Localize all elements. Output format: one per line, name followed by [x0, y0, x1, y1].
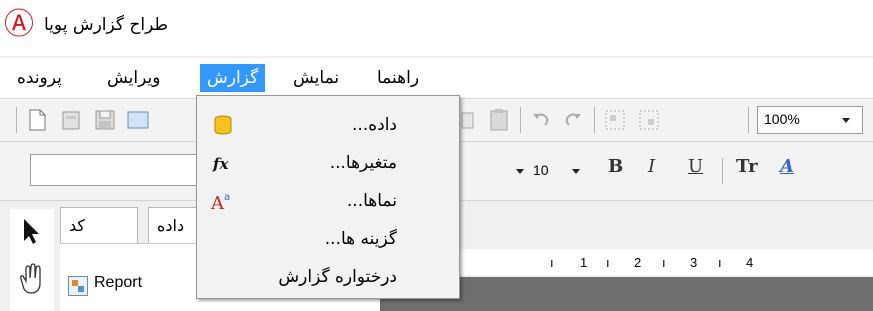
menu-help[interactable]: راهنما	[370, 64, 426, 92]
redo-icon[interactable]	[560, 107, 586, 133]
paste-icon[interactable]	[486, 107, 512, 133]
chevron-down-icon	[842, 118, 850, 123]
window-title: طراح گزارش پویا	[44, 15, 168, 35]
tab-code-label: کد	[69, 216, 86, 235]
font-color-button[interactable]: A	[780, 156, 794, 177]
report-page-icon	[68, 276, 88, 296]
menu-item-data[interactable]: داده...	[197, 106, 459, 144]
app-window: Ⓐ طراح گزارش پویا پرونده ویرایش گزارش نم…	[0, 0, 873, 311]
group-icon[interactable]	[602, 107, 628, 133]
toolbar-separator	[520, 107, 521, 133]
menu-item-options[interactable]: گزینه ها...	[197, 220, 459, 258]
svg-text:a: a	[224, 192, 230, 203]
ruler-minor-tick: ı	[550, 255, 554, 270]
svg-text:fx: fx	[212, 155, 229, 173]
tree-item-label: Report	[94, 274, 143, 291]
save-icon[interactable]	[92, 107, 118, 133]
menu-file[interactable]: پرونده	[10, 64, 69, 92]
styles-icon: Aa	[210, 189, 235, 214]
zoom-select[interactable]: 100%	[757, 106, 863, 134]
ungroup-icon[interactable]	[636, 107, 662, 133]
ruler-minor-tick: ı	[606, 255, 610, 270]
ruler-tick: 1	[580, 255, 588, 270]
new-file-icon[interactable]	[24, 107, 50, 133]
chevron-down-icon[interactable]	[572, 169, 580, 174]
menu-edit[interactable]: ویرایش	[100, 64, 167, 92]
font-size-value[interactable]: 10	[533, 162, 549, 178]
menu-item-variables[interactable]: fx متغیرها...	[197, 144, 459, 182]
toolbar-separator	[594, 107, 595, 133]
menu-item-label: داده...	[352, 115, 397, 135]
svg-text:A: A	[211, 193, 225, 213]
hand-tool-icon[interactable]	[10, 259, 54, 299]
tab-code[interactable]: کد	[60, 207, 138, 244]
menu-item-label: نماها...	[346, 191, 397, 211]
title-bar: Ⓐ طراح گزارش پویا	[0, 0, 873, 56]
chevron-down-icon[interactable]	[516, 169, 524, 174]
toolbar-separator	[748, 107, 749, 133]
zoom-value: 100%	[764, 111, 800, 127]
menu-report[interactable]: گزارش	[200, 64, 266, 92]
menu-item-styles[interactable]: Aa نماها...	[197, 182, 459, 220]
ruler-tick: 3	[690, 255, 698, 270]
menu-bar: پرونده ویرایش گزارش نمایش راهنما	[0, 58, 873, 99]
app-logo-icon: Ⓐ	[4, 8, 34, 41]
underline-button[interactable]: U	[688, 156, 703, 177]
toolbar-separator	[16, 107, 17, 133]
function-icon: fx	[211, 151, 235, 175]
pointer-tool[interactable]	[10, 209, 54, 249]
font-name-select[interactable]	[30, 154, 222, 186]
bold-button[interactable]: B	[608, 156, 623, 177]
copy-icon[interactable]	[458, 107, 484, 133]
menu-item-report-tree[interactable]: درختواره گزارش	[197, 258, 459, 296]
ruler-tick: 2	[634, 255, 642, 270]
tab-data-label: داده	[157, 216, 185, 235]
ruler-minor-tick: ı	[662, 255, 666, 270]
ruler-tick: 4	[746, 255, 754, 270]
menu-item-label: گزینه ها...	[324, 229, 397, 249]
text-format-button[interactable]: Tr	[736, 156, 758, 177]
database-icon	[211, 113, 235, 137]
menu-view[interactable]: نمایش	[286, 64, 346, 92]
menu-item-label: متغیرها...	[329, 153, 397, 173]
menu-item-label: درختواره گزارش	[278, 267, 397, 287]
ruler-minor-tick: ı	[718, 255, 722, 270]
preview-icon[interactable]	[124, 107, 150, 133]
toolbar-separator	[722, 158, 723, 184]
italic-button[interactable]: I	[648, 156, 655, 177]
undo-icon[interactable]	[528, 107, 554, 133]
open-file-icon[interactable]	[58, 107, 84, 133]
report-menu-dropdown: داده... fx متغیرها... Aa نماها... گزینه …	[196, 95, 460, 299]
